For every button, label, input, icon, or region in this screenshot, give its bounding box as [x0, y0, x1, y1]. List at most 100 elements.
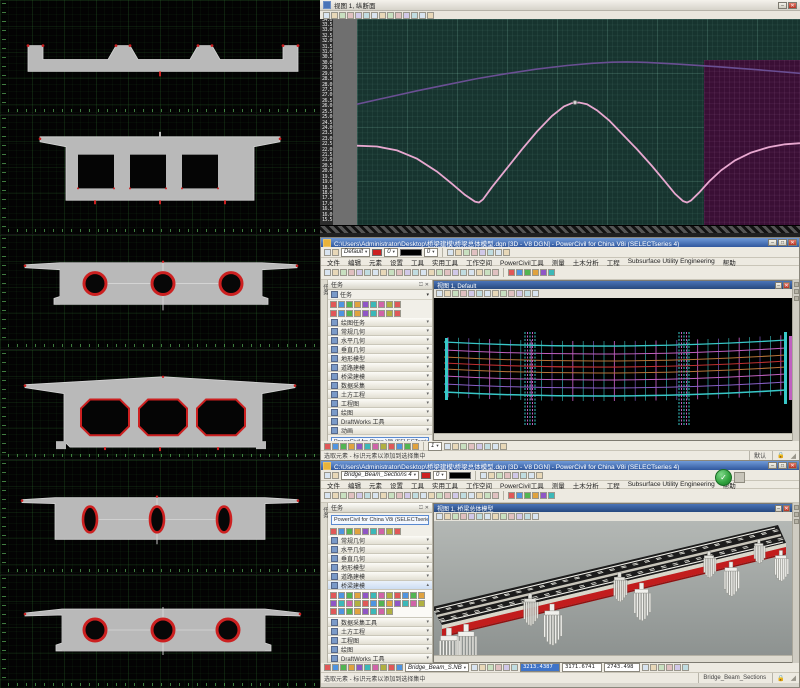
tool-icon[interactable]: [346, 608, 353, 615]
tool-icon[interactable]: [468, 492, 475, 499]
tool-icon[interactable]: [388, 664, 395, 671]
tool-icon[interactable]: [364, 664, 371, 671]
tool-icon[interactable]: [332, 472, 339, 479]
cross-section-view-box-girder-chamfered[interactable]: [0, 350, 320, 460]
tool-icon[interactable]: [370, 600, 377, 607]
tool-icon[interactable]: [330, 528, 337, 535]
close-icon[interactable]: ✕: [425, 282, 429, 288]
tool-icon[interactable]: [347, 12, 354, 19]
tool-icon[interactable]: [394, 301, 401, 308]
tool-icon[interactable]: [540, 492, 547, 499]
menu-item[interactable]: 实用工具: [429, 257, 461, 267]
render-viewport[interactable]: [434, 521, 793, 656]
tool-icon[interactable]: [386, 528, 393, 535]
tool-icon[interactable]: [332, 249, 339, 256]
tool-icon[interactable]: [476, 290, 483, 297]
active-color-chip[interactable]: [421, 472, 431, 479]
tool-icon[interactable]: [324, 664, 331, 671]
tool-icon[interactable]: [354, 608, 361, 615]
tool-icon[interactable]: [410, 600, 417, 607]
tool-icon[interactable]: [394, 310, 401, 317]
tool-icon[interactable]: [516, 492, 523, 499]
tool-icon[interactable]: [346, 528, 353, 535]
tool-icon[interactable]: [338, 528, 345, 535]
tool-icon[interactable]: [492, 269, 499, 276]
tool-icon[interactable]: [370, 528, 377, 535]
active-level-chip[interactable]: [400, 249, 422, 256]
menu-item[interactable]: 帮助: [720, 257, 739, 267]
element-template-dropdown[interactable]: Bridge_Beam_Sections 4▾: [341, 471, 419, 480]
tool-icon[interactable]: [484, 513, 491, 520]
tool-icon[interactable]: [356, 443, 363, 450]
tool-icon[interactable]: [388, 443, 395, 450]
tool-icon[interactable]: [339, 12, 346, 19]
tool-icon[interactable]: [492, 513, 499, 520]
tool-icon[interactable]: [479, 249, 486, 256]
tool-icon[interactable]: [340, 443, 347, 450]
tool-icon[interactable]: [396, 664, 403, 671]
tool-icon[interactable]: [524, 290, 531, 297]
close-button[interactable]: ✕: [788, 239, 797, 246]
tool-icon[interactable]: [348, 443, 355, 450]
menu-item[interactable]: 工具: [408, 480, 427, 490]
tool-icon[interactable]: [503, 664, 510, 671]
tool-icon[interactable]: [371, 12, 378, 19]
weight-dropdown[interactable]: 0▾: [424, 248, 438, 257]
maximize-button[interactable]: □: [778, 239, 787, 246]
pin-icon[interactable]: ⏍: [419, 282, 423, 288]
menu-item[interactable]: 土木分析: [570, 480, 602, 490]
tasks-panel-header[interactable]: 任务 ⏍✕: [328, 280, 432, 290]
tool-icon[interactable]: [332, 443, 339, 450]
view-min[interactable]: –: [775, 505, 782, 512]
tool-icon[interactable]: [395, 12, 402, 19]
tool-icon[interactable]: [356, 269, 363, 276]
tool-icon[interactable]: [452, 443, 459, 450]
tool-icon[interactable]: [378, 310, 385, 317]
resize-grip[interactable]: ◢: [791, 674, 796, 682]
tool-icon[interactable]: [476, 269, 483, 276]
tool-icon[interactable]: [323, 12, 330, 19]
tool-icon[interactable]: [396, 269, 403, 276]
profile-view-titlebar[interactable]: 视图 1, 纵断面 – ✕: [320, 0, 800, 11]
line-style-dropdown[interactable]: 0▾: [384, 248, 398, 257]
tool-icon[interactable]: [452, 290, 459, 297]
tool-icon[interactable]: [516, 513, 523, 520]
close-button[interactable]: ✕: [788, 462, 797, 469]
tool-icon[interactable]: [372, 664, 379, 671]
tool-icon[interactable]: [492, 290, 499, 297]
tool-icon[interactable]: [436, 492, 443, 499]
tool-icon[interactable]: [532, 290, 539, 297]
tool-icon[interactable]: [436, 513, 443, 520]
tool-icon[interactable]: [386, 310, 393, 317]
tool-icon[interactable]: [532, 513, 539, 520]
tool-icon[interactable]: [402, 592, 409, 599]
tool-icon[interactable]: [463, 249, 470, 256]
tool-icon[interactable]: [330, 310, 337, 317]
tool-icon[interactable]: [476, 443, 483, 450]
tool-icon[interactable]: [471, 249, 478, 256]
tool-icon[interactable]: [380, 443, 387, 450]
tool-icon[interactable]: [364, 443, 371, 450]
view-tab[interactable]: 视图 1, Default –✕: [434, 281, 793, 289]
tool-icon[interactable]: [508, 269, 515, 276]
tool-icon[interactable]: [370, 310, 377, 317]
tool-icon[interactable]: [354, 310, 361, 317]
tool-icon[interactable]: [484, 443, 491, 450]
tool-icon[interactable]: [388, 492, 395, 499]
tool-icon[interactable]: [520, 472, 527, 479]
tool-icon[interactable]: [524, 269, 531, 276]
tool-icon[interactable]: [396, 492, 403, 499]
menu-item[interactable]: 工具: [408, 257, 427, 267]
tool-icon[interactable]: [380, 664, 387, 671]
pin-icon[interactable]: ⏍: [419, 505, 423, 511]
tool-icon[interactable]: [379, 12, 386, 19]
security-badge[interactable]: ✓: [715, 469, 745, 486]
close-icon[interactable]: ✕: [425, 505, 429, 511]
tool-icon[interactable]: [418, 592, 425, 599]
tool-icon[interactable]: [447, 249, 454, 256]
tool-icon[interactable]: [476, 513, 483, 520]
tool-icon[interactable]: [362, 301, 369, 308]
tool-icon[interactable]: [503, 249, 510, 256]
menu-item[interactable]: 元素: [366, 257, 385, 267]
tool-icon[interactable]: [362, 600, 369, 607]
